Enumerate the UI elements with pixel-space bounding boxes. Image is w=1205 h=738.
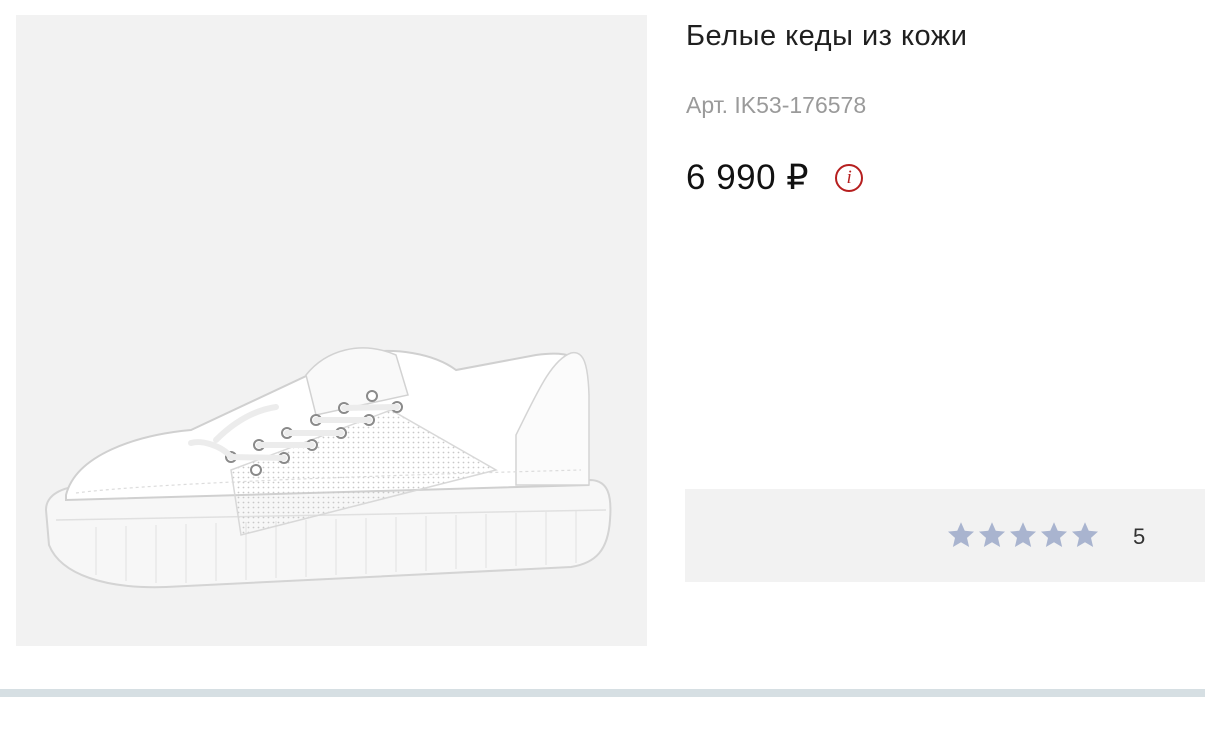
rating-panel[interactable]: 5 xyxy=(685,489,1205,582)
rating-value: 5 xyxy=(1133,524,1146,549)
section-divider xyxy=(0,689,1205,697)
star-icon xyxy=(1070,520,1100,550)
product-title: Белые кеды из кожи xyxy=(686,20,968,52)
sneaker-illustration xyxy=(44,347,612,589)
star-icon xyxy=(1039,520,1069,550)
rating-stars xyxy=(946,520,1100,550)
info-circle-icon[interactable]: i xyxy=(835,164,864,192)
star-icon xyxy=(946,520,976,550)
price-row: 6 990 ₽ i xyxy=(686,158,864,198)
product-price: 6 990 ₽ xyxy=(686,158,810,197)
star-icon xyxy=(977,520,1007,550)
product-page: Белые кеды из кожи Арт. IK53-176578 6 99… xyxy=(0,0,1205,738)
product-image[interactable] xyxy=(16,15,647,646)
product-sku: Арт. IK53-176578 xyxy=(686,92,867,118)
star-icon xyxy=(1008,520,1038,550)
